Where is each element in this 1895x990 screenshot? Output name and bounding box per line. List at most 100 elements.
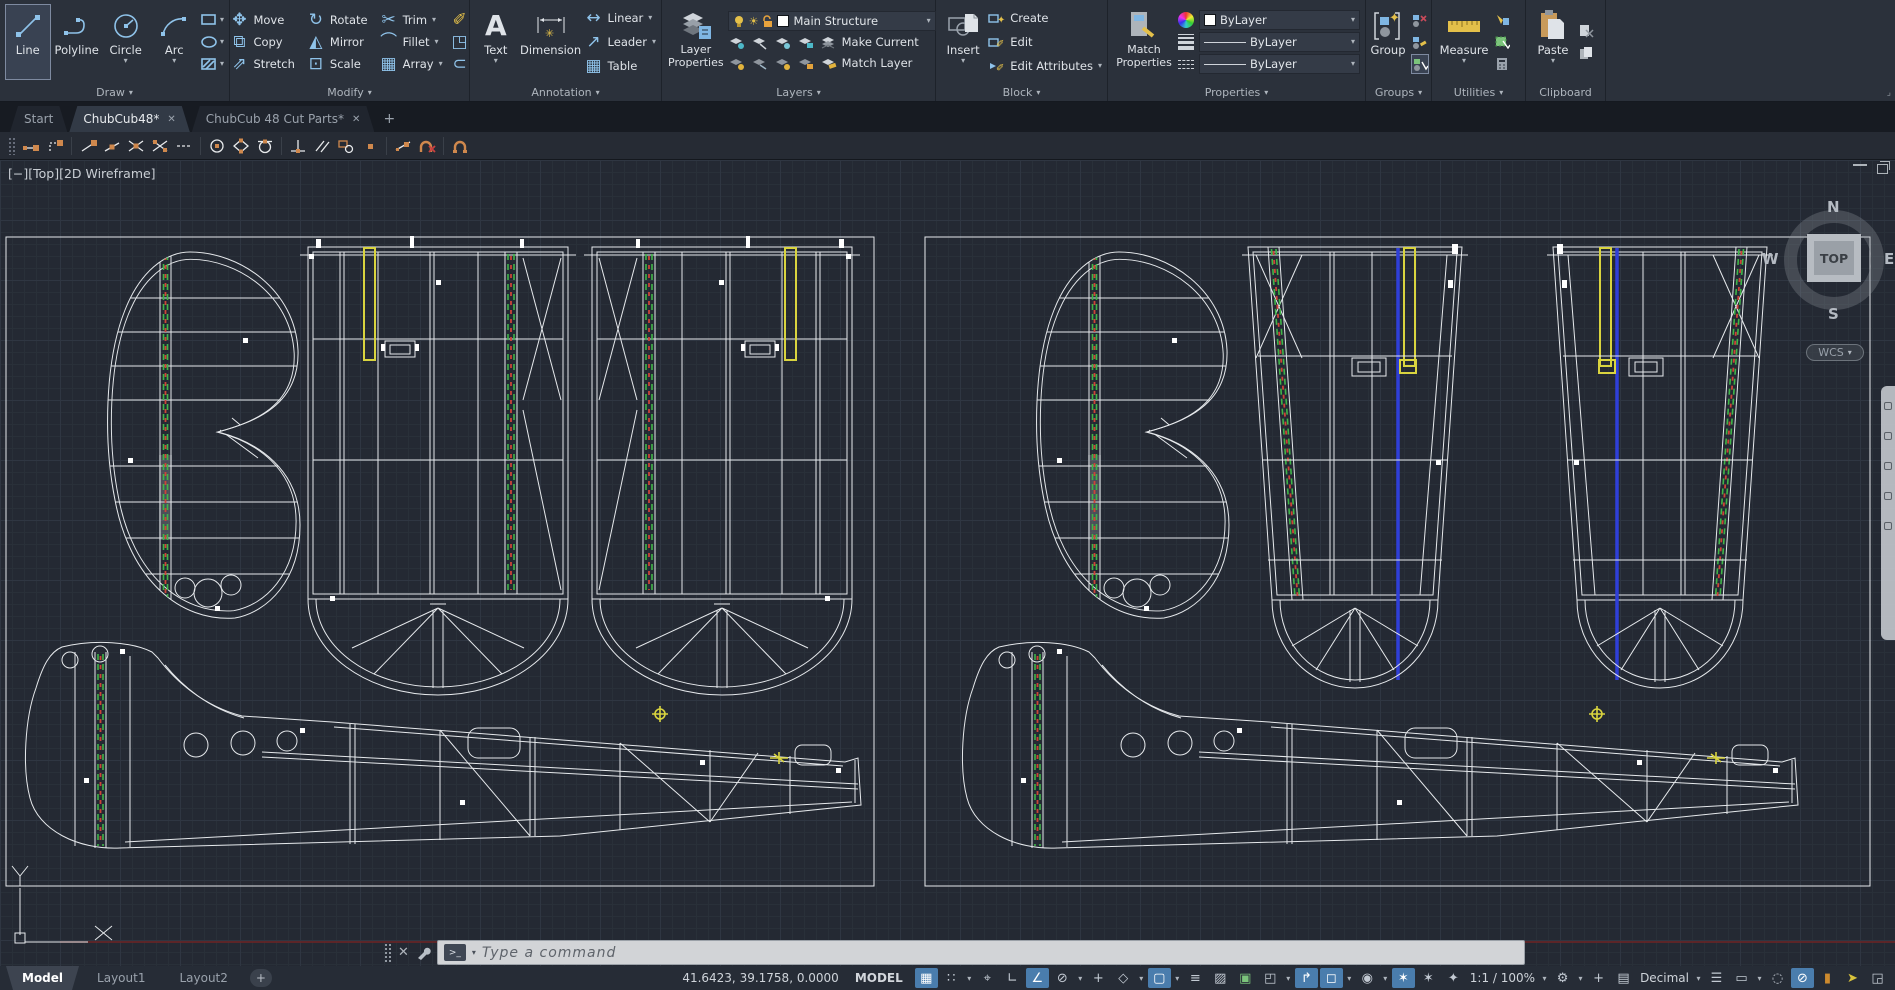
panel-label-layers[interactable]: Layers▾ [662, 84, 935, 101]
viewcube-west[interactable]: W [1762, 250, 1779, 268]
units-value[interactable]: Decimal [1640, 971, 1689, 985]
viewcube-north[interactable]: N [1827, 198, 1840, 216]
snap-nearest-button[interactable] [391, 135, 415, 157]
annotation-visibility-toggle[interactable]: ✶ [1392, 968, 1415, 988]
drawing-canvas[interactable]: [−][Top][2D Wireframe] N W E S TOP WCS▾ [0, 160, 1895, 966]
circle-button[interactable]: Circle ▾ [103, 4, 149, 80]
units-icon[interactable]: ▤ [1612, 968, 1635, 988]
polar-tracking-toggle[interactable]: ∠ [1026, 968, 1049, 988]
selection-cycling-toggle[interactable]: ▣ [1234, 968, 1257, 988]
dynamic-ucs-toggle[interactable]: ↱ [1295, 968, 1318, 988]
command-grip-handle[interactable] [384, 943, 392, 963]
arc-button[interactable]: Arc ▾ [151, 4, 197, 80]
transparency-toggle[interactable]: ▨ [1209, 968, 1232, 988]
rotate-button[interactable]: ↻Rotate [307, 9, 368, 31]
lock-ui-button[interactable]: ▭ [1730, 968, 1753, 988]
leader-button[interactable]: ↗Leader▾ [585, 31, 656, 53]
panel-expander-icon[interactable]: ⌟ [1887, 88, 1891, 98]
snap-quadrant-button[interactable] [229, 135, 253, 157]
dropdown-caret-icon[interactable]: ▾ [1173, 974, 1182, 983]
dropdown-caret-icon[interactable]: ▾ [1576, 974, 1585, 983]
layer-properties-button[interactable]: Layer Properties [667, 4, 725, 80]
layer-unisolate-icon[interactable] [751, 35, 768, 50]
snap-endpoint-button[interactable] [76, 135, 100, 157]
dropdown-caret-icon[interactable]: ▾ [1540, 974, 1549, 983]
dropdown-caret-icon[interactable]: ▾ [1694, 974, 1703, 983]
snap-parallel-button[interactable] [310, 135, 334, 157]
layer-isolate-icon[interactable] [728, 35, 745, 50]
panel-label-utilities[interactable]: Utilities▾ [1432, 84, 1525, 101]
wing-rib-stack-left[interactable] [100, 252, 305, 618]
snap-perpendicular-button[interactable] [286, 135, 310, 157]
new-layout-button[interactable]: + [250, 969, 272, 987]
insert-button[interactable]: Insert ▾ [941, 4, 985, 80]
edit-attributes-button[interactable]: ✐Edit Attributes▾ [988, 55, 1102, 77]
recent-commands-caret-icon[interactable]: ▾ [472, 948, 476, 957]
object-snap-2d-toggle[interactable]: ▢ [1148, 968, 1171, 988]
model-tab[interactable]: Model [6, 966, 79, 990]
dropdown-caret-icon[interactable]: ▾ [1381, 974, 1390, 983]
group-edit-button[interactable] [1411, 32, 1429, 52]
layer-off-icon[interactable] [728, 56, 745, 71]
move-button[interactable]: ✥Move [230, 9, 294, 31]
select-all-button[interactable] [1494, 32, 1510, 52]
annotation-scale-value[interactable]: 1:1 / 100% [1470, 971, 1535, 985]
wing-panel-left-2[interactable] [584, 236, 860, 695]
ellipse-tool-button[interactable]: ▾ [200, 32, 224, 52]
panel-label-block[interactable]: Block▾ [936, 84, 1107, 101]
snap-center-button[interactable] [205, 135, 229, 157]
dropdown-caret-icon[interactable]: ▾ [1076, 974, 1085, 983]
panel-label-groups[interactable]: Groups▾ [1366, 84, 1431, 101]
mirror-button[interactable]: ◭Mirror [307, 31, 368, 53]
layout2-tab[interactable]: Layout2 [163, 966, 243, 990]
layer-walk-icon[interactable] [751, 56, 768, 71]
group-button[interactable]: ✦ Group [1368, 4, 1408, 80]
snap-from-button[interactable] [43, 135, 67, 157]
explode-button[interactable]: ◳ [451, 32, 469, 52]
table-button[interactable]: ▦Table [585, 55, 638, 77]
wing-panel-right-2[interactable] [1547, 244, 1773, 688]
offset-button[interactable]: ⊂ [451, 54, 469, 74]
viewcube-east[interactable]: E [1884, 250, 1894, 268]
object-snap-3d-toggle[interactable]: ◰ [1259, 968, 1282, 988]
tab-chubcub48[interactable]: ChubCub48*✕ [69, 106, 189, 132]
layer-thaw-all-icon[interactable] [774, 56, 791, 71]
snap-apparent-intersection-button[interactable] [148, 135, 172, 157]
scale-button[interactable]: ⊡Scale [307, 53, 368, 75]
lineweight-dropdown[interactable]: ByLayer▾ [1199, 32, 1360, 52]
ungroup-button[interactable] [1411, 10, 1429, 30]
trim-button[interactable]: ✂Trim▾ [380, 9, 443, 31]
viewcube-top-face[interactable]: TOP [1807, 234, 1861, 282]
stretch-button[interactable]: ⇗Stretch [230, 53, 294, 75]
polyline-button[interactable]: Polyline [54, 4, 100, 80]
quick-select-button[interactable] [1494, 10, 1510, 30]
isolate-objects-button[interactable]: ◌ [1766, 968, 1789, 988]
wing-panel-left-1[interactable] [300, 236, 576, 695]
dynamic-input-toggle[interactable]: ⌖ [976, 968, 999, 988]
line-button[interactable]: Line [5, 4, 51, 80]
command-close-icon[interactable]: ✕ [398, 945, 409, 960]
command-line[interactable]: ✕ >_ ▾ Type a command [384, 939, 1525, 966]
layout1-tab[interactable]: Layout1 [81, 966, 161, 990]
match-layer-button[interactable]: Match Layer [820, 52, 913, 74]
object-color-dropdown[interactable]: ByLayer▾ [1199, 10, 1360, 30]
viewcube-south[interactable]: S [1828, 305, 1839, 323]
linetype-dropdown[interactable]: ByLayer▾ [1199, 54, 1360, 74]
ortho-mode-toggle[interactable]: ∟ [1001, 968, 1024, 988]
temporary-track-point-button[interactable] [19, 135, 43, 157]
erase-button[interactable]: ✐ [451, 10, 469, 30]
panel-label-modify[interactable]: Modify▾ [230, 84, 469, 101]
paste-button[interactable]: Paste ▾ [1531, 4, 1575, 80]
wing-panel-right-1[interactable] [1242, 244, 1468, 688]
dropdown-caret-icon[interactable]: ▾ [1137, 974, 1146, 983]
dropdown-caret-icon[interactable]: ▾ [1755, 974, 1764, 983]
toolbar-grip-handle[interactable] [8, 137, 15, 155]
fuselage-side-view-right[interactable] [962, 642, 1798, 848]
annotation-monitor-toggle[interactable]: + [1587, 968, 1610, 988]
wcs-menu[interactable]: WCS▾ [1806, 344, 1864, 361]
copy-button[interactable]: ⧉Copy [230, 31, 294, 53]
create-block-button[interactable]: ✦Create [988, 7, 1048, 29]
panel-label-annotation[interactable]: Annotation▾ [470, 84, 661, 101]
grid-display-toggle[interactable]: ▦ [915, 968, 938, 988]
new-document-tab-button[interactable]: + [376, 106, 402, 132]
